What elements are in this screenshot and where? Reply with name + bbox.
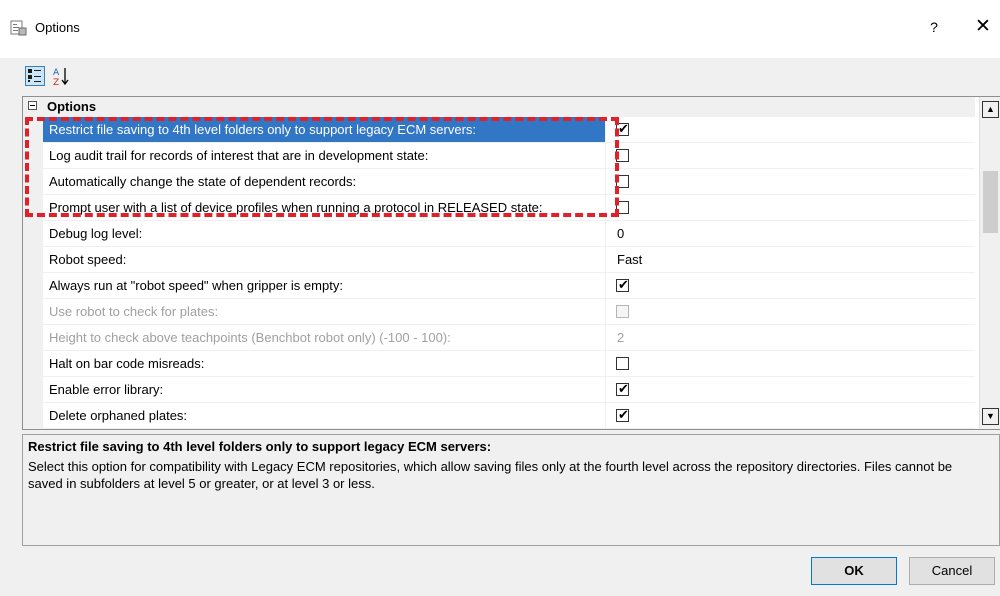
cancel-button[interactable]: Cancel [909, 557, 995, 585]
property-row[interactable]: Delete orphaned plates: ✔ [43, 403, 975, 429]
property-row[interactable]: Restrict file saving to 4th level folder… [43, 117, 975, 143]
scroll-up-icon[interactable]: ▲ [982, 101, 999, 118]
svg-text:Z: Z [53, 78, 59, 88]
property-name: Automatically change the state of depend… [43, 169, 606, 194]
description-body: Select this option for compatibility wit… [28, 459, 953, 491]
property-checkbox[interactable]: ✔ [616, 277, 629, 292]
property-value[interactable]: 0 [617, 221, 624, 246]
sort-az-icon[interactable]: A Z [50, 64, 74, 88]
vertical-scrollbar[interactable]: ▲ ▼ [979, 97, 1000, 429]
property-row[interactable]: Halt on bar code misreads: [43, 351, 975, 377]
close-button[interactable]: ✕ [972, 15, 994, 39]
property-row[interactable]: Automatically change the state of depend… [43, 169, 975, 195]
property-row[interactable]: Log audit trail for records of interest … [43, 143, 975, 169]
property-name: Restrict file saving to 4th level folder… [43, 117, 606, 142]
property-checkbox[interactable]: ✔ [616, 121, 629, 136]
check-icon: ✔ [618, 407, 629, 422]
property-checkbox[interactable] [616, 149, 629, 162]
check-icon: ✔ [618, 277, 629, 292]
options-window-icon [10, 20, 27, 36]
property-name: Debug log level: [43, 221, 606, 246]
property-row[interactable]: Robot speed: Fast [43, 247, 975, 273]
property-row[interactable]: Always run at "robot speed" when gripper… [43, 273, 975, 299]
category-row[interactable]: Options [23, 97, 975, 117]
property-checkbox[interactable] [616, 175, 629, 188]
property-checkbox[interactable] [616, 201, 629, 214]
property-value[interactable]: Fast [617, 247, 642, 272]
property-checkbox [616, 305, 629, 318]
grid-margin [23, 117, 43, 429]
property-name: Robot speed: [43, 247, 606, 272]
description-title: Restrict file saving to 4th level folder… [28, 439, 492, 454]
property-row[interactable]: Prompt user with a list of device profil… [43, 195, 975, 221]
collapse-icon[interactable] [28, 101, 37, 110]
property-name: Use robot to check for plates: [43, 299, 606, 324]
categorized-icon[interactable] [25, 66, 45, 86]
window-title: Options [35, 20, 80, 35]
check-icon: ✔ [618, 121, 629, 136]
check-icon: ✔ [618, 381, 629, 396]
property-name: Log audit trail for records of interest … [43, 143, 606, 168]
property-checkbox[interactable]: ✔ [616, 381, 629, 396]
property-name: Enable error library: [43, 377, 606, 402]
category-label: Options [47, 99, 97, 114]
property-value: 2 [617, 330, 625, 345]
ok-button[interactable]: OK [811, 557, 897, 585]
property-grid: Options Restrict file saving to 4th leve… [22, 96, 1000, 430]
property-name: Halt on bar code misreads: [43, 351, 606, 376]
options-dialog: Options ? ✕ A Z Options Restrict file sa… [0, 0, 1000, 596]
property-name: Delete orphaned plates: [43, 403, 606, 428]
svg-text:A: A [53, 68, 60, 78]
property-checkbox[interactable] [616, 357, 629, 370]
property-checkbox[interactable]: ✔ [616, 407, 629, 422]
property-row[interactable]: Debug log level: 0 [43, 221, 975, 247]
property-row[interactable]: Enable error library: ✔ [43, 377, 975, 403]
scroll-thumb[interactable] [983, 171, 998, 233]
property-name: Always run at "robot speed" when gripper… [43, 273, 606, 298]
description-panel: Restrict file saving to 4th level folder… [22, 434, 1000, 546]
scroll-down-icon[interactable]: ▼ [982, 408, 999, 425]
help-button[interactable]: ? [924, 16, 944, 38]
property-name: Prompt user with a list of device profil… [43, 195, 606, 220]
property-row[interactable]: Use robot to check for plates: [43, 299, 975, 325]
property-row[interactable]: Height to check above teachpoints (Bench… [43, 325, 975, 351]
title-bar: Options ? ✕ [0, 0, 1000, 58]
property-name: Height to check above teachpoints (Bench… [43, 325, 606, 350]
